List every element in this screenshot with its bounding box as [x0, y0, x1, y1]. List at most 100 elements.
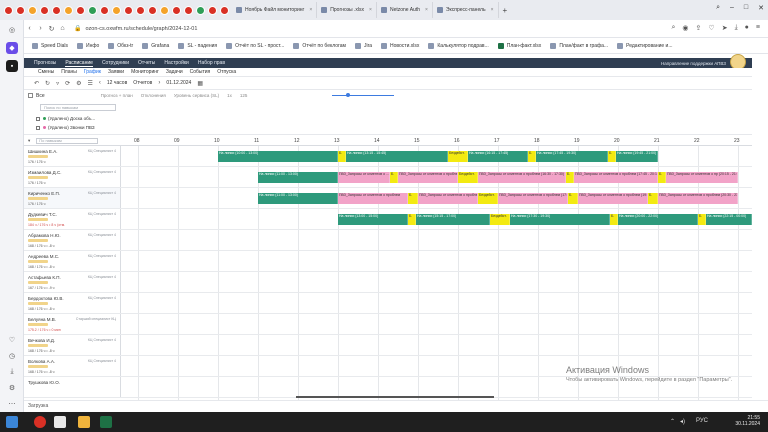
shift-segment[interactable]: На линии (22:15 - 00:00)	[706, 214, 752, 225]
bookmark-item[interactable]: SL - падения	[178, 42, 217, 49]
employee-cell[interactable]: Белуяна М.В. Старший специалист КЦ 175.2 /…	[24, 314, 121, 334]
shift-segment[interactable]: Б.	[608, 151, 616, 162]
horizontal-scrollbar[interactable]	[296, 396, 494, 398]
group-item[interactable]: (Удалено) Звонки ПВЗ	[36, 125, 95, 130]
top-menu-item[interactable]: Сотрудники	[102, 60, 129, 66]
top-menu-item[interactable]: Набор прав	[198, 60, 225, 66]
employee-cell[interactable]: Андреева М.С. КЦ Специалист 4 168 / 176 ч …	[24, 251, 121, 271]
filter-option[interactable]: 125	[240, 93, 248, 98]
pinned-tab-icon[interactable]	[208, 5, 217, 15]
filter-option[interactable]: Прогноз + план	[101, 93, 133, 98]
new-tab-icon[interactable]: +	[503, 6, 508, 15]
employee-row[interactable]: Дудкевич Т.С. КЦ Специалист 4 184 ч / 176 …	[24, 209, 752, 230]
close-tab-icon[interactable]: ×	[491, 7, 494, 13]
shift-segment[interactable]: На линии (20:00 - 22:00)	[618, 214, 698, 225]
pinned-tab-icon[interactable]	[52, 5, 61, 15]
refresh-icon[interactable]: ⟳	[65, 80, 70, 87]
network-icon[interactable]: ⌃	[670, 418, 675, 425]
back-icon[interactable]: ‹	[24, 25, 35, 32]
shift-segment[interactable]: ПВЗ_Запросы от клиентов о ...	[338, 172, 390, 183]
shift-segment[interactable]: На линии (11:00 - 13:00)	[258, 172, 338, 183]
shift-segment[interactable]: Бездейст.	[478, 193, 498, 204]
shift-segment[interactable]: Б.	[698, 214, 706, 225]
bookmark-item[interactable]: План-факт.xlsx	[497, 42, 541, 49]
employee-row[interactable]: Кириченко Е.П. КЦ Специалист 4 176 / 176 ч…	[24, 188, 752, 209]
employee-row[interactable]: Белуяна М.В. Старший специалист КЦ 175.2 /…	[24, 314, 752, 335]
app-taskbar-icon[interactable]	[54, 416, 66, 428]
filter-option[interactable]: 1x	[227, 93, 232, 98]
view-span[interactable]: Отчетов	[133, 80, 152, 86]
shift-segment[interactable]: ПВЗ_Запросы от клиентов о проблем...	[398, 172, 458, 183]
calendar-icon[interactable]: ▦	[197, 80, 203, 87]
start-icon[interactable]	[6, 416, 18, 428]
top-menu-item-active[interactable]: Расписание	[65, 60, 93, 67]
share-icon[interactable]: ⇪	[696, 24, 702, 32]
shift-segment[interactable]: На линии (11:00 - 13:00)	[258, 193, 338, 204]
group-item[interactable]: (Удалено) Доска объ...	[36, 116, 95, 121]
shift-segment[interactable]: Б.	[648, 193, 658, 204]
bookmark-item[interactable]: Обкз-tr	[108, 42, 133, 49]
employee-row[interactable]: Вечкова И.Д. КЦ Специалист 4 168 / 176 ч •…	[24, 335, 752, 356]
shift-segment[interactable]: На линии (13:00 - 15:00)	[338, 214, 408, 225]
submenu-item[interactable]: Заявки	[108, 69, 124, 75]
shift-segment[interactable]: Б.	[658, 172, 666, 183]
shift-segment[interactable]: На линии (17:45 - 19:30)	[536, 151, 608, 162]
pinned-tab-icon[interactable]	[160, 5, 169, 15]
speaker-icon[interactable]: ◂)	[680, 418, 685, 425]
employee-row[interactable]: Андреева М.С. КЦ Специалист 4 168 / 176 ч …	[24, 251, 752, 272]
filter-option[interactable]: Отклонения	[141, 93, 166, 98]
timeline-search-input[interactable]: По навыкам	[36, 138, 99, 144]
language-indicator[interactable]: РУС	[696, 418, 708, 424]
close-tab-icon[interactable]: ×	[425, 7, 428, 13]
shift-segment[interactable]: Б.	[408, 214, 416, 225]
home-icon[interactable]: ⌂	[57, 25, 68, 32]
pinned-tab-icon[interactable]	[172, 5, 181, 15]
shift-segment[interactable]: Бездейст.	[490, 214, 510, 225]
bookmark-item[interactable]: Отчёт по беклогам	[293, 42, 346, 49]
employee-cell[interactable]: Астафьева К.П. КЦ Специалист 4 167 / 176 ч…	[24, 272, 121, 292]
employee-row[interactable]: Бердоктова Ю.В. КЦ Специалист 4 168 / 176 …	[24, 293, 752, 314]
download-icon[interactable]: ⤓	[735, 24, 738, 32]
search-tabs-icon[interactable]: ⌕	[716, 4, 720, 12]
pinned-tab-icon[interactable]	[184, 5, 193, 15]
shift-segment[interactable]: Б.	[528, 151, 536, 162]
browser-tab[interactable]: Экспресс-панель ×	[433, 2, 499, 18]
shift-segment[interactable]: ПВЗ_Запросы от клиентов о проблем (14:45…	[418, 193, 478, 204]
messenger-icon[interactable]: ▪	[6, 60, 18, 72]
pinned-tab-icon[interactable]	[112, 5, 121, 15]
redo-icon[interactable]: ↻	[45, 80, 50, 87]
reload-icon[interactable]: ↻	[46, 25, 57, 33]
pinned-tab-icon[interactable]	[136, 5, 145, 15]
schedule-date[interactable]: 01.12.2024	[166, 80, 191, 86]
forward-icon[interactable]: ›	[35, 25, 46, 32]
undo-icon[interactable]: ↶	[34, 80, 39, 87]
filter-icon[interactable]: ▾	[28, 138, 30, 144]
submenu-item[interactable]: Отпуска	[217, 69, 236, 75]
maximize-icon[interactable]: □	[744, 4, 748, 12]
pinned-tab-icon[interactable]	[28, 5, 37, 15]
zoom-slider[interactable]	[332, 95, 394, 96]
excel-icon[interactable]	[100, 416, 112, 428]
list-icon[interactable]: ☰	[88, 80, 93, 87]
employee-cell[interactable]: Трушкова Ю.О.	[24, 377, 121, 397]
employee-row[interactable]: Шишкина Е.А. КЦ Специалист 4 176 / 176 ч На…	[24, 146, 752, 167]
shift-segment[interactable]: Б.	[338, 151, 346, 162]
submenu-item-active[interactable]: График	[84, 69, 101, 75]
minimize-icon[interactable]: –	[730, 4, 734, 12]
shift-segment[interactable]: Б.	[408, 193, 418, 204]
bookmark-item[interactable]: Инфо	[76, 42, 99, 49]
submenu-item[interactable]: События	[190, 69, 211, 75]
close-window-icon[interactable]: ✕	[758, 4, 764, 12]
bookmark-item[interactable]: План/факт в графа...	[550, 42, 608, 49]
shift-segment[interactable]: ПВЗ_Запросы от клиентов о проблем (16:30…	[478, 172, 566, 183]
pinned-tab-icon[interactable]	[88, 5, 97, 15]
url-field[interactable]: 🔒 ozon-cs.oxwfm.ru/schedule/graph/2024-1…	[74, 23, 634, 35]
shift-segment[interactable]: Б.	[610, 214, 618, 225]
employee-row[interactable]: Измаилова Д.С. КЦ Специалист 4 176 / 176 ч…	[24, 167, 752, 188]
shift-segment[interactable]: Бездейст.	[458, 172, 478, 183]
close-tab-icon[interactable]: ×	[369, 7, 372, 13]
bookmark-icon[interactable]: ♡	[708, 24, 714, 32]
employee-cell[interactable]: Дудкевич Т.С. КЦ Специалист 4 184 ч / 176 …	[24, 209, 121, 229]
bookmark-item[interactable]: Новости.xlsx	[381, 42, 419, 49]
shift-segment[interactable]: ПВЗ_Запросы от клиентов о проблем	[338, 193, 408, 204]
